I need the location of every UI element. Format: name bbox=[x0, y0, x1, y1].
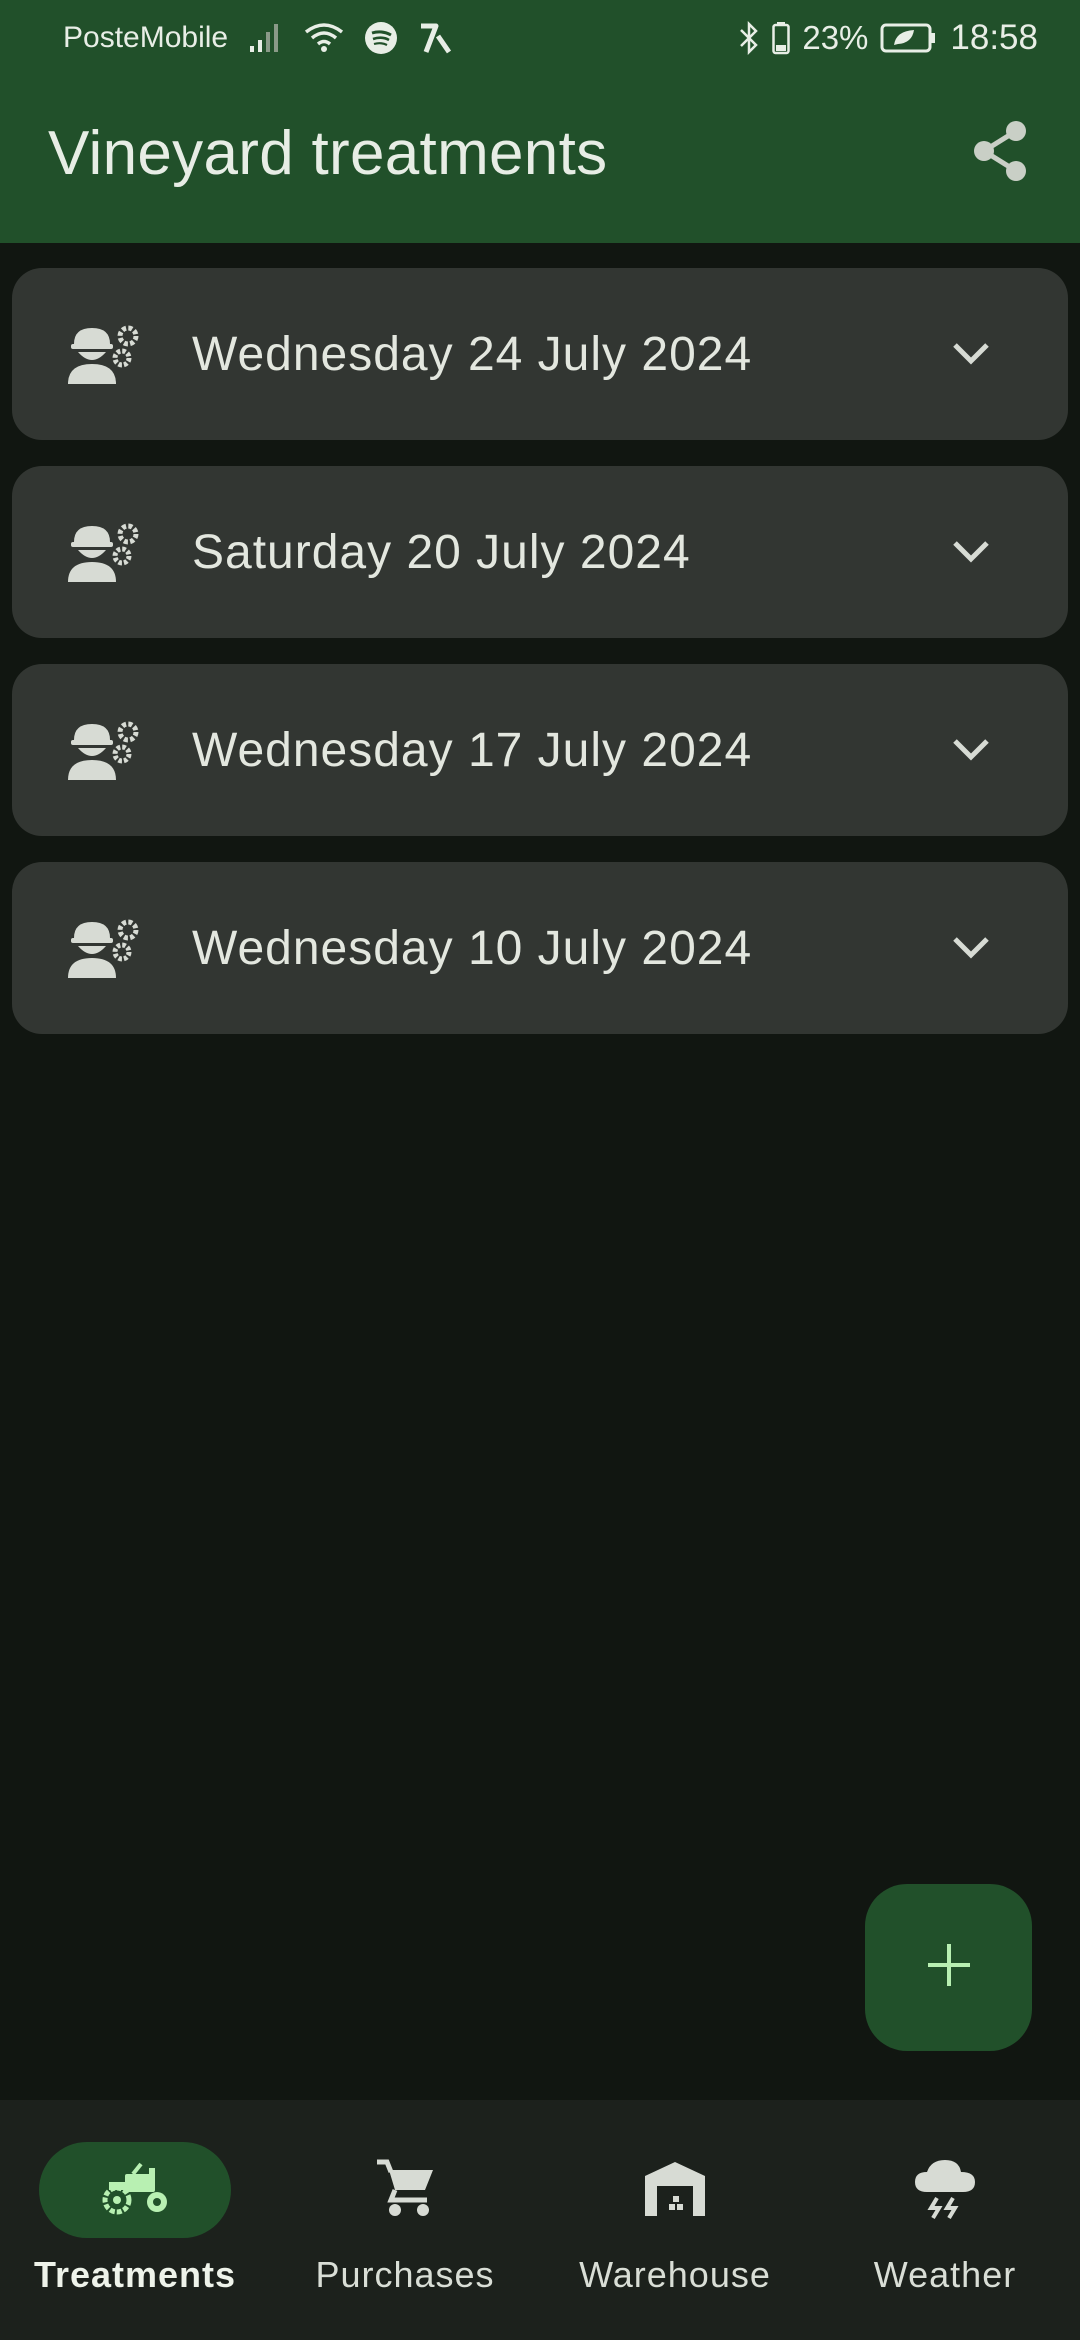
cart-icon bbox=[373, 2156, 437, 2225]
nav-label-treatments: Treatments bbox=[33, 2254, 237, 2295]
nav-label-purchases: Purchases bbox=[315, 2254, 495, 2295]
chevron-down-icon[interactable] bbox=[946, 329, 996, 379]
treatment-date: Wednesday 10 July 2024 bbox=[192, 921, 753, 975]
nav-active-indicator bbox=[39, 2142, 231, 2238]
storm-cloud-icon bbox=[913, 2156, 977, 2225]
app-bar: Vineyard treatments bbox=[0, 76, 1080, 243]
carrier-name: PosteMobile bbox=[63, 21, 229, 54]
treatment-card[interactable]: Wednesday 17 July 2024 bbox=[12, 664, 1068, 836]
power-saver-icon bbox=[880, 23, 938, 53]
chevron-down-icon[interactable] bbox=[946, 527, 996, 577]
nav-item-warehouse[interactable]: Warehouse bbox=[540, 2100, 810, 2340]
status-bar: PosteMobile 23% 18:58 bbox=[0, 0, 1080, 76]
share-icon bbox=[970, 119, 1030, 188]
nav-icon-container bbox=[579, 2142, 771, 2238]
app-screen: PosteMobile 23% 18:58 Vineyard treatment… bbox=[0, 0, 1080, 2340]
nav-icon-container bbox=[849, 2142, 1041, 2238]
clock: 18:58 bbox=[950, 18, 1038, 57]
bluetooth-icon bbox=[738, 21, 760, 55]
bottom-navigation: Treatments Purchases Warehouse Weather bbox=[0, 2100, 1080, 2340]
page-title: Vineyard treatments bbox=[48, 119, 608, 188]
treatment-date: Wednesday 17 July 2024 bbox=[192, 723, 753, 777]
worker-settings-icon bbox=[62, 510, 146, 594]
nav-icon-container bbox=[309, 2142, 501, 2238]
treatment-card[interactable]: Wednesday 24 July 2024 bbox=[12, 268, 1068, 440]
treatment-card[interactable]: Wednesday 10 July 2024 bbox=[12, 862, 1068, 1034]
tractor-icon bbox=[99, 2160, 171, 2221]
worker-settings-icon bbox=[62, 906, 146, 990]
wifi-icon bbox=[304, 22, 344, 54]
plus-icon bbox=[926, 1942, 972, 1993]
nav-label-weather: Weather bbox=[873, 2254, 1017, 2295]
battery-percent: 23% bbox=[802, 19, 869, 56]
chevron-down-icon[interactable] bbox=[946, 725, 996, 775]
nav-item-treatments[interactable]: Treatments bbox=[0, 2100, 270, 2340]
battery-icon bbox=[772, 21, 791, 55]
signal-icon bbox=[248, 22, 284, 54]
treatment-card[interactable]: Saturday 20 July 2024 bbox=[12, 466, 1068, 638]
spotify-icon bbox=[364, 21, 398, 55]
add-treatment-button[interactable] bbox=[865, 1884, 1032, 2051]
status-left: PosteMobile bbox=[63, 21, 452, 55]
treatment-list: Wednesday 24 July 2024 Saturday 20 July … bbox=[12, 268, 1068, 1060]
status-right: 23% 18:58 bbox=[738, 18, 1038, 58]
worker-settings-icon bbox=[62, 312, 146, 396]
share-button[interactable] bbox=[960, 114, 1040, 194]
treatment-date: Saturday 20 July 2024 bbox=[192, 525, 691, 579]
nav-item-purchases[interactable]: Purchases bbox=[270, 2100, 540, 2340]
worker-settings-icon bbox=[62, 708, 146, 792]
nav-label-warehouse: Warehouse bbox=[579, 2254, 771, 2295]
app-notification-icon bbox=[418, 22, 452, 54]
chevron-down-icon[interactable] bbox=[946, 923, 996, 973]
treatment-date: Wednesday 24 July 2024 bbox=[192, 327, 753, 381]
nav-item-weather[interactable]: Weather bbox=[810, 2100, 1080, 2340]
warehouse-icon bbox=[643, 2158, 707, 2223]
